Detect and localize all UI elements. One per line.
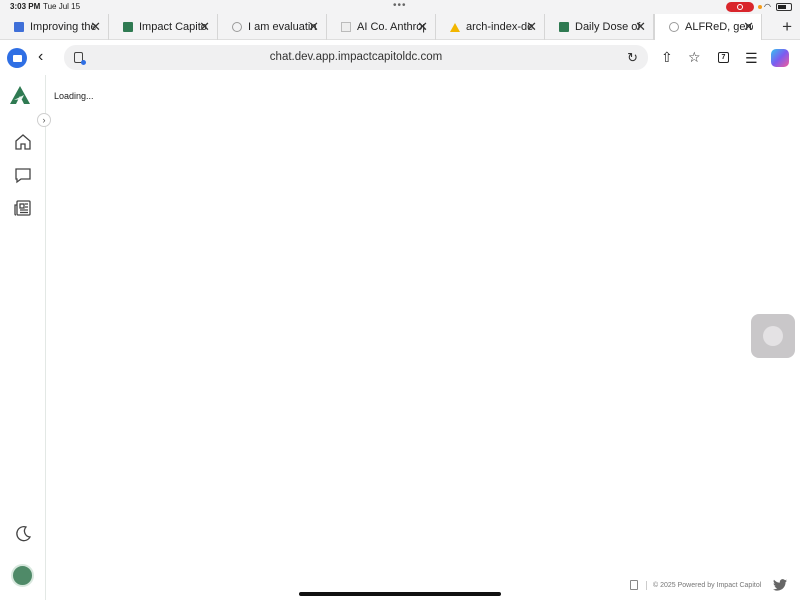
tab-0[interactable]: Improving the ✕ [0,14,109,40]
drive-icon [450,22,460,32]
screen-recording-icon[interactable] [726,2,754,12]
url-text[interactable]: chat.dev.app.impactcapitoldc.com [64,51,648,63]
close-icon[interactable]: ✕ [90,19,101,35]
loading-text: Loading... [54,91,94,101]
impact-logo-icon [559,22,569,32]
app-logo-icon[interactable] [10,86,30,104]
footer-divider [646,580,647,590]
home-indicator[interactable] [299,592,501,596]
reload-icon[interactable]: ↻ [627,50,638,66]
battery-icon [776,3,792,11]
tab-2[interactable]: I am evaluating ✕ [218,14,327,40]
footer: © 2025 Powered by Impact Capitol [630,578,788,592]
mic-indicator-icon [758,5,762,9]
user-avatar[interactable] [11,564,34,587]
status-bar: 3:03 PM Tue Jul 15 ••• ◠ [0,0,800,14]
tab-title: Daily Dose of [575,21,641,33]
status-time: 3:03 PM [10,2,41,11]
tab-4[interactable]: arch-index-de ✕ [436,14,545,40]
tab-title: AI Co. Anthropic [357,21,425,33]
status-date: Tue Jul 15 [43,2,81,11]
expand-sidebar-button[interactable]: › [37,113,51,127]
new-tab-plus-icon[interactable]: + [782,17,792,37]
doc-icon [14,22,24,32]
tab-count-button[interactable]: 7 [718,52,729,63]
globe-icon [669,22,679,32]
close-icon[interactable]: ✕ [743,19,754,35]
globe-icon [232,22,242,32]
profile-work-icon[interactable] [7,48,27,68]
newspaper-icon[interactable] [14,199,32,217]
sidebar-rail: › [0,75,51,600]
tab-bar: Improving the ✕ Impact Capitol ✕ I am ev… [0,14,800,40]
multitask-dots-icon[interactable]: ••• [393,0,407,11]
tab-6[interactable]: ALFReD, generative ✕ [654,14,762,40]
tab-3[interactable]: AI Co. Anthropic ✕ [327,14,436,40]
dark-mode-moon-icon[interactable] [14,525,32,543]
favorite-star-icon[interactable]: ☆ [688,49,701,66]
tab-title: I am evaluating [248,21,316,33]
browser-toolbar: ‹ chat.dev.app.impactcapitoldc.com ↻ ⇧ ☆… [0,41,800,75]
tab-title: Impact Capitol [139,21,207,33]
tab-1[interactable]: Impact Capitol ✕ [109,14,218,40]
close-icon[interactable]: ✕ [526,19,537,35]
menu-icon[interactable]: ☰ [745,50,758,67]
close-icon[interactable]: ✕ [635,19,646,35]
back-chevron-icon[interactable]: ‹ [38,48,43,66]
footer-copyright: © 2025 Powered by Impact Capitol [653,581,762,589]
close-icon[interactable]: ✕ [199,19,210,35]
assistive-touch-button[interactable] [751,314,795,358]
close-icon[interactable]: ✕ [308,19,319,35]
document-icon[interactable] [630,580,638,590]
ai-site-icon [341,22,351,32]
tab-title: Improving the [30,21,97,33]
wifi-icon: ◠ [764,2,771,11]
chat-icon[interactable] [14,166,32,184]
close-icon[interactable]: ✕ [417,19,428,35]
share-icon[interactable]: ⇧ [661,49,673,66]
twitter-bird-icon[interactable] [773,579,788,591]
copilot-icon[interactable] [771,49,789,67]
tab-5[interactable]: Daily Dose of ✕ [545,14,654,40]
impact-logo-icon [123,22,133,32]
address-bar[interactable]: chat.dev.app.impactcapitoldc.com ↻ [64,45,648,70]
home-icon[interactable] [14,133,32,151]
tab-title: arch-index-de [466,21,534,33]
